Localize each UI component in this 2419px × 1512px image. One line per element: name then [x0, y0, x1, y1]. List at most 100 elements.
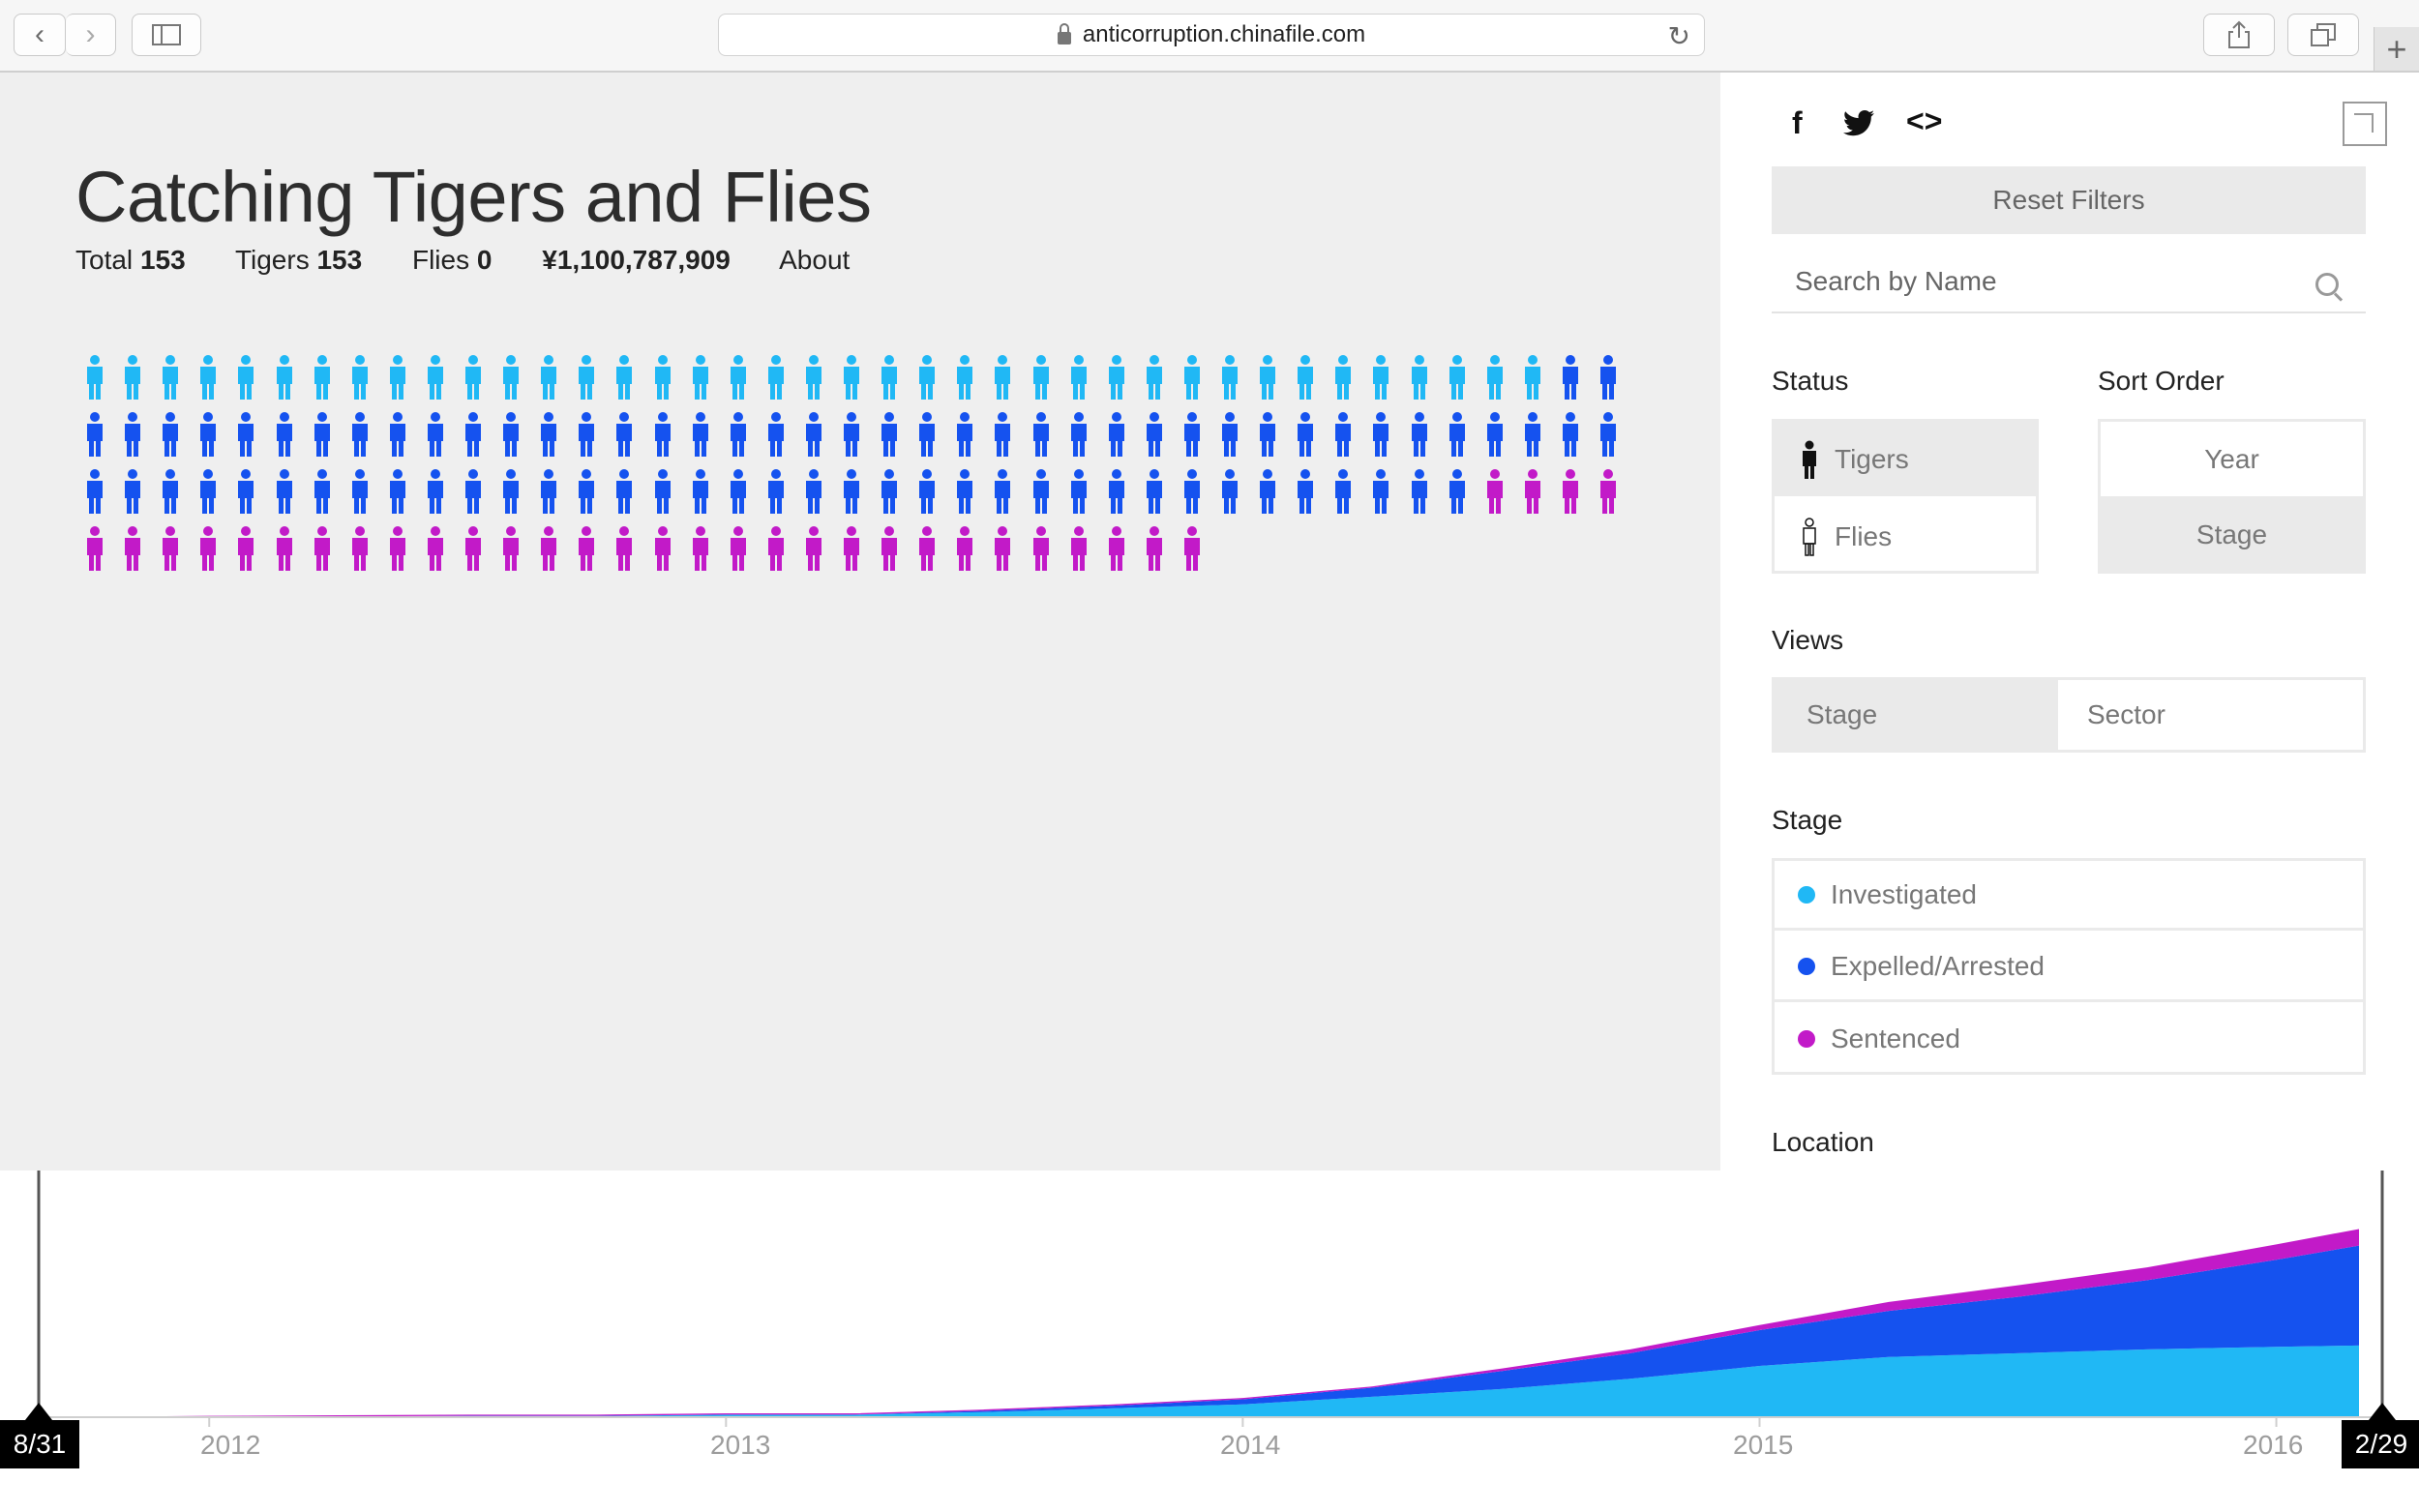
handle-arrow-icon[interactable] [2369, 1403, 2396, 1420]
person-icon[interactable] [426, 526, 445, 571]
person-icon[interactable] [1485, 412, 1505, 457]
person-icon[interactable] [198, 526, 218, 571]
person-icon[interactable] [1258, 355, 1277, 400]
person-icon[interactable] [1182, 412, 1202, 457]
person-icon[interactable] [842, 355, 861, 400]
person-icon[interactable] [993, 412, 1012, 457]
person-icon[interactable] [1031, 526, 1051, 571]
person-icon[interactable] [1448, 469, 1467, 514]
person-icon[interactable] [577, 412, 596, 457]
status-option-tigers[interactable]: Tigers [1775, 422, 2036, 496]
person-icon[interactable] [198, 355, 218, 400]
person-icon[interactable] [691, 526, 710, 571]
person-icon[interactable] [350, 412, 370, 457]
person-icon[interactable] [993, 355, 1012, 400]
person-icon[interactable] [1523, 469, 1542, 514]
person-icon[interactable] [1220, 412, 1239, 457]
person-icon[interactable] [993, 526, 1012, 571]
reset-filters-button[interactable]: Reset Filters [1772, 166, 2366, 234]
person-icon[interactable] [539, 526, 558, 571]
search-icon[interactable] [2315, 273, 2339, 296]
stage-option-sentenced[interactable]: Sentenced [1775, 1004, 2363, 1074]
person-icon[interactable] [463, 355, 483, 400]
person-icon[interactable] [85, 412, 105, 457]
person-icon[interactable] [614, 526, 634, 571]
person-icon[interactable] [1523, 412, 1542, 457]
person-icon[interactable] [1485, 355, 1505, 400]
person-icon[interactable] [463, 526, 483, 571]
person-icon[interactable] [350, 469, 370, 514]
person-icon[interactable] [766, 526, 786, 571]
person-icon[interactable] [880, 526, 899, 571]
person-icon[interactable] [1182, 469, 1202, 514]
person-icon[interactable] [1485, 469, 1505, 514]
person-icon[interactable] [236, 412, 255, 457]
person-icon[interactable] [804, 526, 823, 571]
person-icon[interactable] [123, 355, 142, 400]
person-icon[interactable] [236, 355, 255, 400]
twitter-icon[interactable] [1842, 109, 1875, 136]
person-icon[interactable] [1220, 355, 1239, 400]
person-icon[interactable] [1410, 469, 1429, 514]
person-icon[interactable] [842, 412, 861, 457]
person-icon[interactable] [350, 526, 370, 571]
person-icon[interactable] [198, 412, 218, 457]
person-icon[interactable] [123, 412, 142, 457]
person-icon[interactable] [993, 469, 1012, 514]
person-icon[interactable] [1220, 469, 1239, 514]
person-icon[interactable] [1333, 412, 1353, 457]
person-icon[interactable] [1296, 355, 1315, 400]
person-icon[interactable] [1523, 355, 1542, 400]
person-icon[interactable] [1107, 526, 1126, 571]
person-icon[interactable] [766, 412, 786, 457]
person-icon[interactable] [577, 469, 596, 514]
view-option-stage[interactable]: Stage [1775, 680, 2058, 750]
person-icon[interactable] [1107, 469, 1126, 514]
stage-option-investigated[interactable]: Investigated [1775, 861, 2363, 931]
person-icon[interactable] [1145, 412, 1164, 457]
forward-button[interactable]: › [66, 14, 116, 56]
person-icon[interactable] [1296, 412, 1315, 457]
person-icon[interactable] [1145, 526, 1164, 571]
person-icon[interactable] [955, 412, 974, 457]
person-icon[interactable] [729, 526, 748, 571]
person-icon[interactable] [653, 355, 672, 400]
person-icon[interactable] [1182, 526, 1202, 571]
timeline-end-handle[interactable]: 2/29 [2342, 1420, 2419, 1468]
person-icon[interactable] [880, 412, 899, 457]
new-tab-button[interactable]: + [2374, 27, 2419, 71]
person-icon[interactable] [880, 355, 899, 400]
facebook-icon[interactable]: f [1792, 105, 1803, 141]
person-icon[interactable] [1069, 469, 1089, 514]
person-icon[interactable] [577, 526, 596, 571]
person-icon[interactable] [729, 412, 748, 457]
person-icon[interactable] [804, 355, 823, 400]
sidebar-toggle-button[interactable] [132, 14, 201, 56]
person-icon[interactable] [1598, 469, 1618, 514]
person-icon[interactable] [350, 355, 370, 400]
person-icon[interactable] [614, 412, 634, 457]
person-icon[interactable] [1145, 469, 1164, 514]
person-icon[interactable] [1031, 355, 1051, 400]
person-icon[interactable] [804, 469, 823, 514]
person-icon[interactable] [842, 526, 861, 571]
person-icon[interactable] [275, 469, 294, 514]
person-icon[interactable] [388, 355, 407, 400]
person-icon[interactable] [842, 469, 861, 514]
reload-icon[interactable]: ↻ [1668, 20, 1690, 52]
person-icon[interactable] [1069, 355, 1089, 400]
person-icon[interactable] [388, 469, 407, 514]
search-input[interactable]: Search by Name [1772, 252, 2366, 313]
person-icon[interactable] [1182, 355, 1202, 400]
about-link[interactable]: About [779, 245, 850, 275]
person-icon[interactable] [1371, 469, 1390, 514]
person-icon[interactable] [1448, 412, 1467, 457]
person-icon[interactable] [313, 469, 332, 514]
person-icon[interactable] [1598, 355, 1618, 400]
person-icon[interactable] [1561, 469, 1580, 514]
person-icon[interactable] [313, 412, 332, 457]
person-icon[interactable] [917, 355, 937, 400]
person-icon[interactable] [1107, 355, 1126, 400]
share-button[interactable] [2203, 14, 2275, 56]
person-icon[interactable] [729, 469, 748, 514]
